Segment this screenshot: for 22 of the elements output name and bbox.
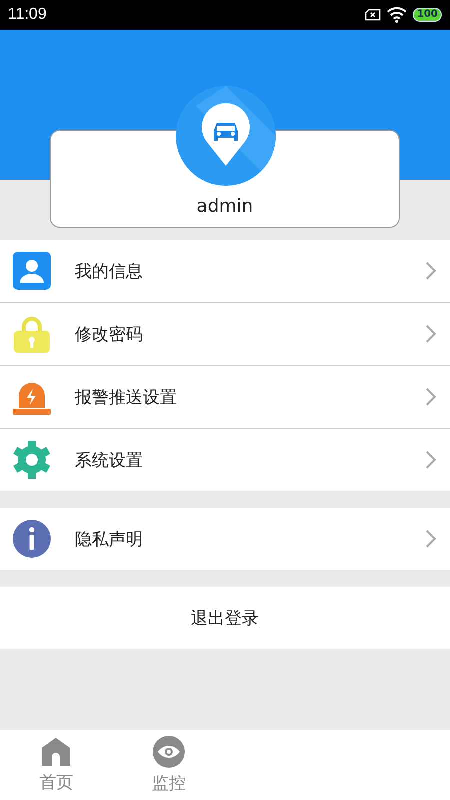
menu-item[interactable]: 我的信息 [0,240,450,303]
gear-icon [12,440,52,480]
lock-icon [13,315,51,353]
home-icon [41,736,72,766]
eye-icon [152,736,185,768]
menu-item[interactable]: 报警推送设置 [0,366,450,429]
chevron-right-icon [426,262,436,280]
logout-button[interactable]: 退出登录 [0,587,450,649]
chevron-right-icon [426,388,436,406]
info-icon [13,520,51,558]
username: admin [196,196,254,217]
menu-item[interactable]: 系统设置 [0,429,450,491]
person-icon [13,252,51,290]
chevron-right-icon [426,325,436,343]
sim-icon [365,9,382,21]
battery-level: 100 [413,8,442,22]
menu-item[interactable]: 隐私声明 [0,508,450,570]
wifi-icon [387,7,408,23]
menu-item[interactable]: 修改密码 [0,303,450,366]
chevron-right-icon [426,451,436,469]
chevron-right-icon [426,530,436,548]
status-time: 11:09 [8,6,47,24]
